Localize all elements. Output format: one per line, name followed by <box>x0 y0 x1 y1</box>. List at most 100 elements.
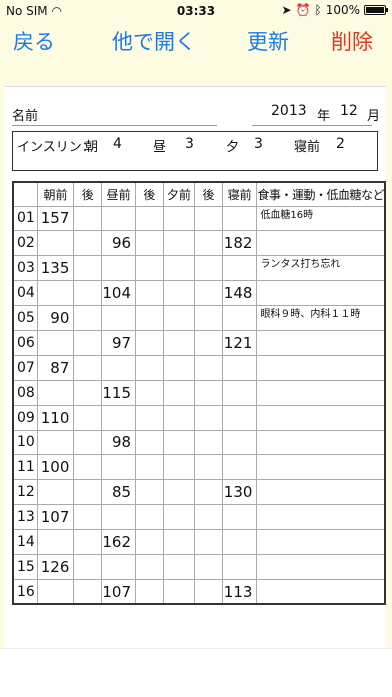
glucose-cell[interactable] <box>101 454 137 481</box>
glucose-cell[interactable] <box>221 404 258 431</box>
glucose-cell[interactable] <box>194 230 223 257</box>
glucose-cell[interactable] <box>221 429 258 456</box>
refresh-button[interactable]: 更新 <box>247 26 289 56</box>
memo-cell[interactable] <box>256 404 386 431</box>
glucose-cell[interactable] <box>221 553 258 580</box>
glucose-cell[interactable]: 182 <box>221 230 258 257</box>
glucose-cell[interactable]: 85 <box>101 479 137 506</box>
glucose-cell[interactable] <box>221 529 258 555</box>
glucose-cell[interactable] <box>135 578 164 605</box>
glucose-cell[interactable] <box>194 305 223 331</box>
glucose-cell[interactable] <box>162 504 196 531</box>
delete-button[interactable]: 削除 <box>331 26 373 56</box>
glucose-cell[interactable] <box>194 529 223 555</box>
glucose-cell[interactable] <box>194 205 223 232</box>
memo-cell[interactable] <box>256 529 386 555</box>
glucose-cell[interactable] <box>101 354 137 381</box>
glucose-cell[interactable] <box>135 329 164 356</box>
memo-cell[interactable] <box>256 454 386 481</box>
glucose-cell[interactable] <box>135 479 164 506</box>
glucose-cell[interactable] <box>36 329 75 356</box>
glucose-cell[interactable] <box>194 354 223 381</box>
glucose-cell[interactable] <box>135 454 164 481</box>
glucose-cell[interactable] <box>36 578 75 605</box>
memo-cell[interactable] <box>256 230 386 257</box>
glucose-cell[interactable]: 107 <box>101 578 137 605</box>
open-in-other-app-button[interactable]: 他で開く <box>112 26 196 56</box>
glucose-cell[interactable] <box>162 305 196 331</box>
glucose-cell[interactable] <box>162 280 196 307</box>
glucose-cell[interactable] <box>194 454 223 481</box>
memo-cell[interactable] <box>256 280 386 307</box>
glucose-cell[interactable] <box>73 454 103 481</box>
memo-cell[interactable]: 眼科９時、内科１１時 <box>256 305 386 331</box>
glucose-cell[interactable]: 87 <box>36 354 75 381</box>
back-button[interactable]: 戻る <box>13 26 55 56</box>
glucose-cell[interactable] <box>162 379 196 406</box>
glucose-cell[interactable] <box>221 354 258 381</box>
glucose-cell[interactable] <box>101 553 137 580</box>
memo-cell[interactable] <box>256 553 386 580</box>
glucose-cell[interactable] <box>101 404 137 431</box>
glucose-cell[interactable] <box>135 230 164 257</box>
memo-cell[interactable] <box>256 379 386 406</box>
glucose-cell[interactable]: 115 <box>101 379 137 406</box>
glucose-cell[interactable] <box>162 479 196 506</box>
glucose-cell[interactable] <box>162 429 196 456</box>
glucose-cell[interactable] <box>194 479 223 506</box>
glucose-cell[interactable]: 104 <box>101 280 137 307</box>
glucose-cell[interactable] <box>162 205 196 232</box>
glucose-cell[interactable] <box>135 504 164 531</box>
glucose-cell[interactable] <box>135 553 164 580</box>
glucose-cell[interactable] <box>221 305 258 331</box>
memo-cell[interactable] <box>256 479 386 506</box>
glucose-cell[interactable] <box>73 280 103 307</box>
glucose-cell[interactable] <box>162 329 196 356</box>
glucose-cell[interactable] <box>101 255 137 282</box>
glucose-cell[interactable] <box>221 379 258 406</box>
glucose-cell[interactable] <box>36 230 75 257</box>
glucose-cell[interactable] <box>162 529 196 555</box>
glucose-cell[interactable] <box>221 205 258 232</box>
glucose-cell[interactable] <box>36 479 75 506</box>
glucose-cell[interactable] <box>101 305 137 331</box>
glucose-cell[interactable] <box>73 553 103 580</box>
glucose-cell[interactable] <box>73 255 103 282</box>
glucose-cell[interactable] <box>73 379 103 406</box>
glucose-cell[interactable]: 98 <box>101 429 137 456</box>
glucose-cell[interactable]: 113 <box>221 578 258 605</box>
glucose-cell[interactable] <box>162 230 196 257</box>
glucose-cell[interactable] <box>135 305 164 331</box>
glucose-cell[interactable]: 96 <box>101 230 137 257</box>
glucose-cell[interactable]: 126 <box>36 553 75 580</box>
memo-cell[interactable] <box>256 429 386 456</box>
glucose-cell[interactable] <box>162 255 196 282</box>
glucose-cell[interactable] <box>73 504 103 531</box>
glucose-cell[interactable] <box>194 255 223 282</box>
glucose-cell[interactable] <box>162 354 196 381</box>
glucose-cell[interactable] <box>194 429 223 456</box>
glucose-cell[interactable] <box>162 578 196 605</box>
glucose-cell[interactable] <box>194 329 223 356</box>
glucose-cell[interactable] <box>135 255 164 282</box>
glucose-cell[interactable]: 157 <box>36 205 75 232</box>
memo-cell[interactable] <box>256 578 386 605</box>
memo-cell[interactable] <box>256 354 386 381</box>
glucose-cell[interactable] <box>221 504 258 531</box>
glucose-cell[interactable] <box>73 479 103 506</box>
glucose-cell[interactable] <box>73 205 103 232</box>
memo-cell[interactable]: ランタス打ち忘れ <box>256 255 386 282</box>
glucose-cell[interactable] <box>73 329 103 356</box>
glucose-cell[interactable] <box>162 553 196 580</box>
glucose-cell[interactable] <box>194 404 223 431</box>
glucose-cell[interactable] <box>73 305 103 331</box>
memo-cell[interactable]: 低血糖16時 <box>256 205 386 232</box>
glucose-cell[interactable] <box>36 379 75 406</box>
glucose-cell[interactable] <box>73 230 103 257</box>
glucose-cell[interactable] <box>135 404 164 431</box>
glucose-cell[interactable] <box>36 429 75 456</box>
glucose-cell[interactable] <box>135 354 164 381</box>
glucose-cell[interactable] <box>135 205 164 232</box>
glucose-cell[interactable] <box>194 504 223 531</box>
glucose-cell[interactable]: 130 <box>221 479 258 506</box>
